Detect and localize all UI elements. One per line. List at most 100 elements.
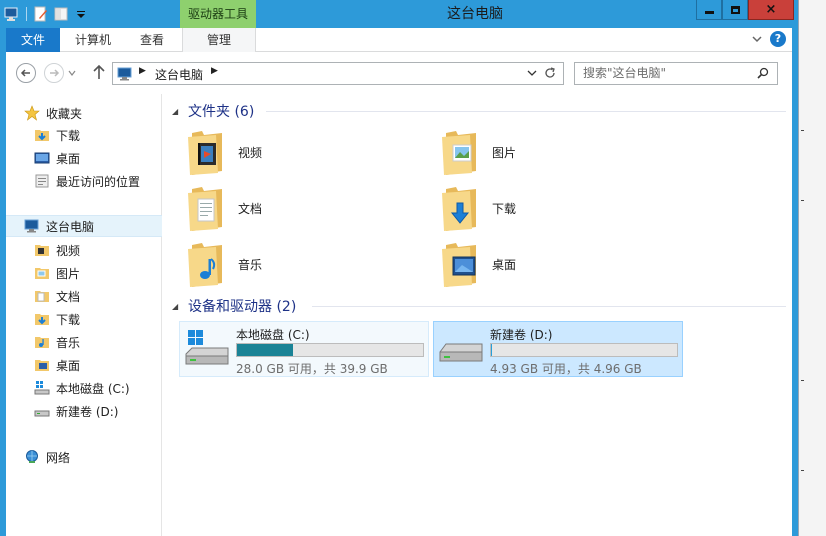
breadcrumb-this-pc[interactable]: 这台电脑: [155, 66, 203, 83]
computer-icon: [24, 218, 40, 234]
refresh-icon[interactable]: [543, 66, 557, 84]
folder-name: 视频: [238, 145, 263, 160]
quick-access-toolbar: [4, 4, 89, 24]
folder-name: 桌面: [492, 257, 517, 272]
folder-name: 下载: [492, 201, 517, 216]
drive-tools-tab-header[interactable]: 驱动器工具: [180, 0, 256, 28]
nav-favorite-desktop[interactable]: 桌面: [6, 147, 162, 169]
nav-favorites[interactable]: 收藏夹: [6, 102, 162, 124]
search-box[interactable]: [574, 62, 778, 85]
folder-tile-downloads[interactable]: 下载: [440, 180, 680, 236]
nav-downloads[interactable]: 下载: [6, 308, 162, 330]
breadcrumb-separator[interactable]: ▶: [139, 66, 146, 76]
desktop-folder-icon: [440, 239, 484, 289]
drive-tile-c[interactable]: 本地磁盘 (C:) 28.0 GB 可用，共 39.9 GB: [179, 321, 429, 377]
computer-icon: [4, 6, 20, 22]
address-dropdown-icon[interactable]: [527, 68, 537, 81]
ribbon-tabs: 文件 计算机 查看 管理 ?: [6, 28, 792, 52]
network-icon: [24, 449, 40, 465]
system-drive-icon: [34, 380, 50, 396]
navigation-bar: ▶ 这台电脑 ▶: [6, 52, 792, 94]
search-icon[interactable]: [757, 67, 769, 79]
arrow-up-icon: [93, 64, 105, 79]
window-title: 这台电脑: [447, 6, 503, 22]
toolbar-separator: [26, 7, 27, 21]
drive-free-space: 28.0 GB 可用，共 39.9 GB: [236, 362, 388, 376]
help-icon[interactable]: ?: [770, 31, 786, 47]
desktop-folder-icon: [34, 357, 50, 373]
forward-button[interactable]: [44, 63, 64, 83]
documents-folder-icon: [34, 288, 50, 304]
computer-icon: [117, 67, 132, 81]
search-input[interactable]: [583, 66, 753, 80]
nav-documents[interactable]: 文档: [6, 285, 162, 307]
downloads-folder-icon: [440, 183, 484, 233]
customize-toolbar-icon[interactable]: [73, 6, 89, 22]
nav-pictures[interactable]: 图片: [6, 262, 162, 284]
drive-name: 本地磁盘 (C:): [236, 328, 310, 342]
nav-favorite-downloads[interactable]: 下载: [6, 124, 162, 146]
expand-ribbon-icon[interactable]: [750, 32, 764, 46]
nav-local-disk-c[interactable]: 本地磁盘 (C:): [6, 377, 162, 399]
nav-this-pc[interactable]: 这台电脑: [6, 215, 162, 237]
up-button[interactable]: [92, 64, 106, 82]
folder-tile-music[interactable]: 音乐: [186, 236, 426, 292]
minimize-icon: [704, 11, 714, 14]
maximize-button[interactable]: [722, 0, 748, 20]
caption-buttons: ×: [696, 0, 794, 20]
drives-group-header[interactable]: ◢ 设备和驱动器 (2): [172, 295, 296, 317]
collapse-group-icon[interactable]: ◢: [172, 107, 180, 116]
nav-videos[interactable]: 视频: [6, 239, 162, 261]
group-divider: [266, 111, 786, 112]
tab-manage[interactable]: 管理: [182, 28, 256, 52]
music-folder-icon: [186, 239, 230, 289]
folder-name: 图片: [492, 145, 517, 160]
folder-tile-desktop[interactable]: 桌面: [440, 236, 680, 292]
close-button[interactable]: ×: [748, 0, 794, 20]
folder-tile-pictures[interactable]: 图片: [440, 124, 680, 180]
new-folder-icon[interactable]: [53, 6, 69, 22]
videos-folder-icon: [34, 242, 50, 258]
collapse-group-icon[interactable]: ◢: [172, 302, 180, 311]
maximize-icon: [730, 5, 740, 14]
file-list: ◢ 文件夹 (6) 视频 图片 文档 下载 音乐 桌面 ◢ 设备和驱动器 (2)…: [166, 94, 792, 536]
tab-view[interactable]: 查看: [130, 28, 174, 52]
star-icon: [24, 105, 40, 121]
recent-places-icon: [34, 173, 50, 189]
back-button[interactable]: [16, 63, 36, 83]
folders-group-header[interactable]: ◢ 文件夹 (6): [172, 100, 254, 122]
tab-file[interactable]: 文件: [6, 28, 60, 52]
recent-locations-icon[interactable]: [68, 69, 76, 77]
nav-desktop[interactable]: 桌面: [6, 354, 162, 376]
folder-tile-documents[interactable]: 文档: [186, 180, 426, 236]
properties-icon[interactable]: [33, 6, 49, 22]
music-folder-icon: [34, 334, 50, 350]
title-bar: 驱动器工具 这台电脑 ×: [0, 0, 798, 28]
address-bar[interactable]: ▶ 这台电脑 ▶: [112, 62, 564, 85]
folder-tile-videos[interactable]: 视频: [186, 124, 426, 180]
drive-free-space: 4.93 GB 可用，共 4.96 GB: [490, 362, 642, 376]
folder-name: 音乐: [238, 257, 263, 272]
navigation-pane: 收藏夹 下载 桌面 最近访问的位置 这台电脑 视频 图片 文档 下载 音乐 桌面…: [6, 94, 162, 536]
minimize-button[interactable]: [696, 0, 722, 20]
nav-new-volume-d[interactable]: 新建卷 (D:): [6, 400, 162, 422]
folders-group-title: 文件夹 (6): [188, 104, 255, 120]
drive-usage-bar: [236, 343, 424, 357]
background-window-edge: [798, 0, 826, 536]
arrow-right-icon: [50, 69, 60, 77]
drive-name: 新建卷 (D:): [490, 328, 553, 342]
drive-usage-fill: [491, 344, 492, 356]
videos-folder-icon: [186, 127, 230, 177]
nav-network[interactable]: 网络: [6, 446, 162, 468]
downloads-folder-icon: [34, 127, 50, 143]
close-icon: ×: [765, 2, 777, 17]
explorer-content: 收藏夹 下载 桌面 最近访问的位置 这台电脑 视频 图片 文档 下载 音乐 桌面…: [6, 94, 792, 536]
breadcrumb-separator[interactable]: ▶: [211, 66, 218, 76]
drive-icon: [34, 403, 50, 419]
drive-tile-d[interactable]: 新建卷 (D:) 4.93 GB 可用，共 4.96 GB: [433, 321, 683, 377]
drive-usage-fill: [237, 344, 293, 356]
tab-computer[interactable]: 计算机: [64, 28, 122, 52]
folder-name: 文档: [238, 201, 263, 216]
nav-favorite-recent-places[interactable]: 最近访问的位置: [6, 170, 162, 192]
nav-music[interactable]: 音乐: [6, 331, 162, 353]
